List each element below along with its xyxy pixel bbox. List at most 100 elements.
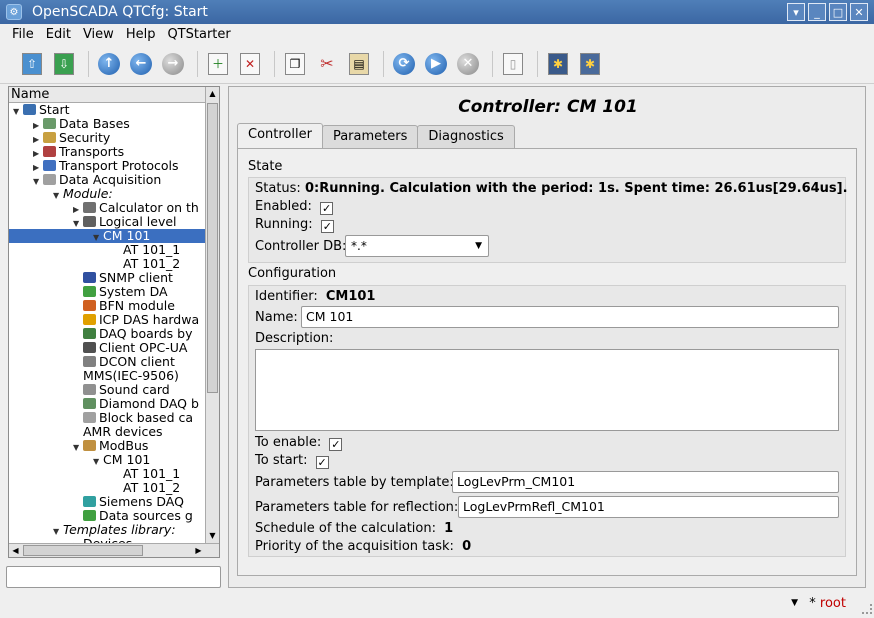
tree-node-label: Block based ca bbox=[99, 410, 194, 425]
tree-node-label: DAQ boards by bbox=[99, 326, 193, 341]
tree-filter-input[interactable] bbox=[6, 566, 221, 588]
tree-header-name[interactable]: Name bbox=[9, 87, 205, 103]
config-icon[interactable]: ✱ bbox=[544, 50, 572, 78]
node-icon bbox=[23, 104, 36, 115]
cut-icon[interactable]: ✂ bbox=[313, 50, 341, 78]
user-name: root bbox=[819, 596, 846, 611]
paste-icon[interactable]: ▤ bbox=[345, 50, 373, 78]
resize-grip[interactable] bbox=[862, 604, 872, 614]
scroll-thumb[interactable] bbox=[207, 103, 218, 393]
page-title: Controller: CM 101 bbox=[458, 97, 638, 117]
tree-node[interactable]: ▶ Transports bbox=[33, 145, 124, 159]
toolbar-separator bbox=[537, 50, 538, 77]
tree-node[interactable]: BFN module bbox=[73, 299, 175, 313]
tree-node[interactable]: MMS(IEC-9506) bbox=[73, 369, 179, 383]
description-textarea[interactable] bbox=[255, 349, 839, 431]
tree-node[interactable]: ▶ Transport Protocols bbox=[33, 159, 179, 173]
refresh-icon[interactable]: ⟳ bbox=[390, 50, 418, 78]
start-icon[interactable]: ▶ bbox=[422, 50, 450, 78]
tree-node[interactable]: ▼ Templates library: bbox=[53, 523, 176, 537]
tree-node[interactable]: Data sources g bbox=[73, 509, 193, 523]
scroll-up-icon[interactable]: ▲ bbox=[206, 87, 219, 101]
tree-node[interactable]: SNMP client bbox=[73, 271, 173, 285]
tree-node[interactable]: ▼ CM 101 bbox=[93, 453, 150, 467]
expanded-icon[interactable]: ▼ bbox=[73, 441, 83, 455]
scroll-down-icon[interactable]: ▼ bbox=[206, 529, 219, 543]
tree-node[interactable]: ▶ Security bbox=[33, 131, 110, 145]
tree-node[interactable]: System DA bbox=[73, 285, 168, 299]
stop-icon[interactable]: ✕ bbox=[454, 50, 482, 78]
menu-edit[interactable]: Edit bbox=[46, 27, 71, 42]
expanded-icon[interactable]: ▼ bbox=[93, 455, 103, 469]
user-indicator[interactable]: * root bbox=[809, 596, 846, 611]
load-icon[interactable]: ⇧ bbox=[18, 50, 46, 78]
tree-node[interactable]: ICP DAS hardwa bbox=[73, 313, 199, 327]
tree-node[interactable]: AMR devices bbox=[73, 425, 163, 439]
menu-file[interactable]: File bbox=[12, 27, 34, 42]
tree-node[interactable]: AT 101_2 bbox=[113, 481, 180, 495]
expanded-icon[interactable]: ▼ bbox=[53, 525, 63, 539]
chevron-down-icon[interactable]: ▼ bbox=[791, 598, 798, 608]
tree-node[interactable]: Block based ca bbox=[73, 411, 193, 425]
up-icon[interactable]: ↑ bbox=[95, 50, 123, 78]
expanded-icon[interactable]: ▼ bbox=[93, 231, 103, 245]
tree-node-label: AT 101_2 bbox=[123, 480, 181, 495]
to-start-checkbox[interactable]: ✓ bbox=[315, 456, 329, 469]
menu-qtstarter[interactable]: QTStarter bbox=[167, 27, 230, 42]
enabled-checkbox[interactable]: ✓ bbox=[320, 202, 334, 215]
tab-controller[interactable]: Controller bbox=[237, 123, 323, 148]
to-enable-checkbox[interactable]: ✓ bbox=[329, 438, 343, 451]
tree-node[interactable]: Siemens DAQ bbox=[73, 495, 184, 509]
tree-node[interactable]: ▼ Start bbox=[13, 103, 70, 117]
running-checkbox[interactable]: ✓ bbox=[320, 220, 334, 233]
tree-node[interactable]: AT 101_1 bbox=[113, 467, 180, 481]
tree-node[interactable]: ▼ ModBus bbox=[73, 439, 148, 453]
tree-node[interactable]: ▼ Data Acquisition bbox=[33, 173, 161, 187]
forward-icon[interactable]: → bbox=[159, 50, 187, 78]
tree-node[interactable]: ▶ Calculator on th bbox=[73, 201, 199, 215]
enabled-label: Enabled: bbox=[255, 199, 312, 214]
save-icon[interactable]: ⇩ bbox=[50, 50, 78, 78]
tree-node-label: DCON client bbox=[99, 354, 175, 369]
tab-diagnostics[interactable]: Diagnostics bbox=[417, 125, 515, 148]
tree-node[interactable]: ▶ Data Bases bbox=[33, 117, 130, 131]
tree-node[interactable]: DAQ boards by bbox=[73, 327, 192, 341]
template-table-field[interactable]: LogLevPrm_CM101 bbox=[452, 471, 839, 493]
window-menu-button[interactable]: ▾ bbox=[787, 3, 805, 21]
delete-icon[interactable]: ✕ bbox=[236, 50, 264, 78]
copy-icon[interactable]: ❐ bbox=[281, 50, 309, 78]
tree-vertical-scrollbar[interactable]: ▲ ▼ bbox=[205, 87, 219, 543]
minimize-button[interactable]: _ bbox=[808, 3, 826, 21]
scroll-left-icon[interactable]: ◀ bbox=[9, 544, 22, 557]
tree-node[interactable]: Client OPC-UA bbox=[73, 341, 187, 355]
tree-node-label: Data sources g bbox=[99, 508, 193, 523]
expanded-icon[interactable]: ▼ bbox=[33, 175, 43, 189]
tab-parameters[interactable]: Parameters bbox=[321, 125, 419, 148]
config2-icon[interactable]: ✱ bbox=[576, 50, 604, 78]
tree-node[interactable]: Sound card bbox=[73, 383, 170, 397]
name-label: Name: bbox=[255, 310, 298, 325]
close-button[interactable]: ✕ bbox=[850, 3, 868, 21]
expanded-icon[interactable]: ▼ bbox=[13, 105, 23, 119]
back-icon[interactable]: ← bbox=[127, 50, 155, 78]
menu-view[interactable]: View bbox=[83, 27, 114, 42]
maximize-button[interactable]: □ bbox=[829, 3, 847, 21]
tree-node[interactable]: AT 101_2 bbox=[113, 257, 180, 271]
menu-help[interactable]: Help bbox=[126, 27, 156, 42]
manual-icon[interactable]: ▯ bbox=[499, 50, 527, 78]
scroll-right-icon[interactable]: ▶ bbox=[192, 544, 205, 557]
navigation-tree[interactable]: Name ▼ Start ▶ Data Bases ▶ Security ▶ Transpor… bbox=[8, 86, 220, 558]
tree-node[interactable]: ▼ Module: bbox=[53, 187, 113, 201]
tree-horizontal-scrollbar[interactable]: ◀ ▶ bbox=[9, 543, 219, 557]
tree-node[interactable]: ▼ Logical level bbox=[73, 215, 177, 229]
name-field[interactable]: CM 101 bbox=[301, 306, 839, 328]
scroll-thumb[interactable] bbox=[23, 545, 143, 556]
add-icon[interactable]: ＋ bbox=[204, 50, 232, 78]
tree-node[interactable]: Diamond DAQ b bbox=[73, 397, 199, 411]
tree-node[interactable]: DCON client bbox=[73, 355, 175, 369]
controller-db-select[interactable]: *.* ▼ bbox=[345, 235, 489, 257]
expanded-icon[interactable]: ▼ bbox=[53, 189, 63, 203]
tree-node[interactable]: AT 101_1 bbox=[113, 243, 180, 257]
tree-node[interactable]: ▼ CM 101 bbox=[9, 229, 206, 243]
reflection-table-field[interactable]: LogLevPrmRefl_CM101 bbox=[458, 496, 839, 518]
